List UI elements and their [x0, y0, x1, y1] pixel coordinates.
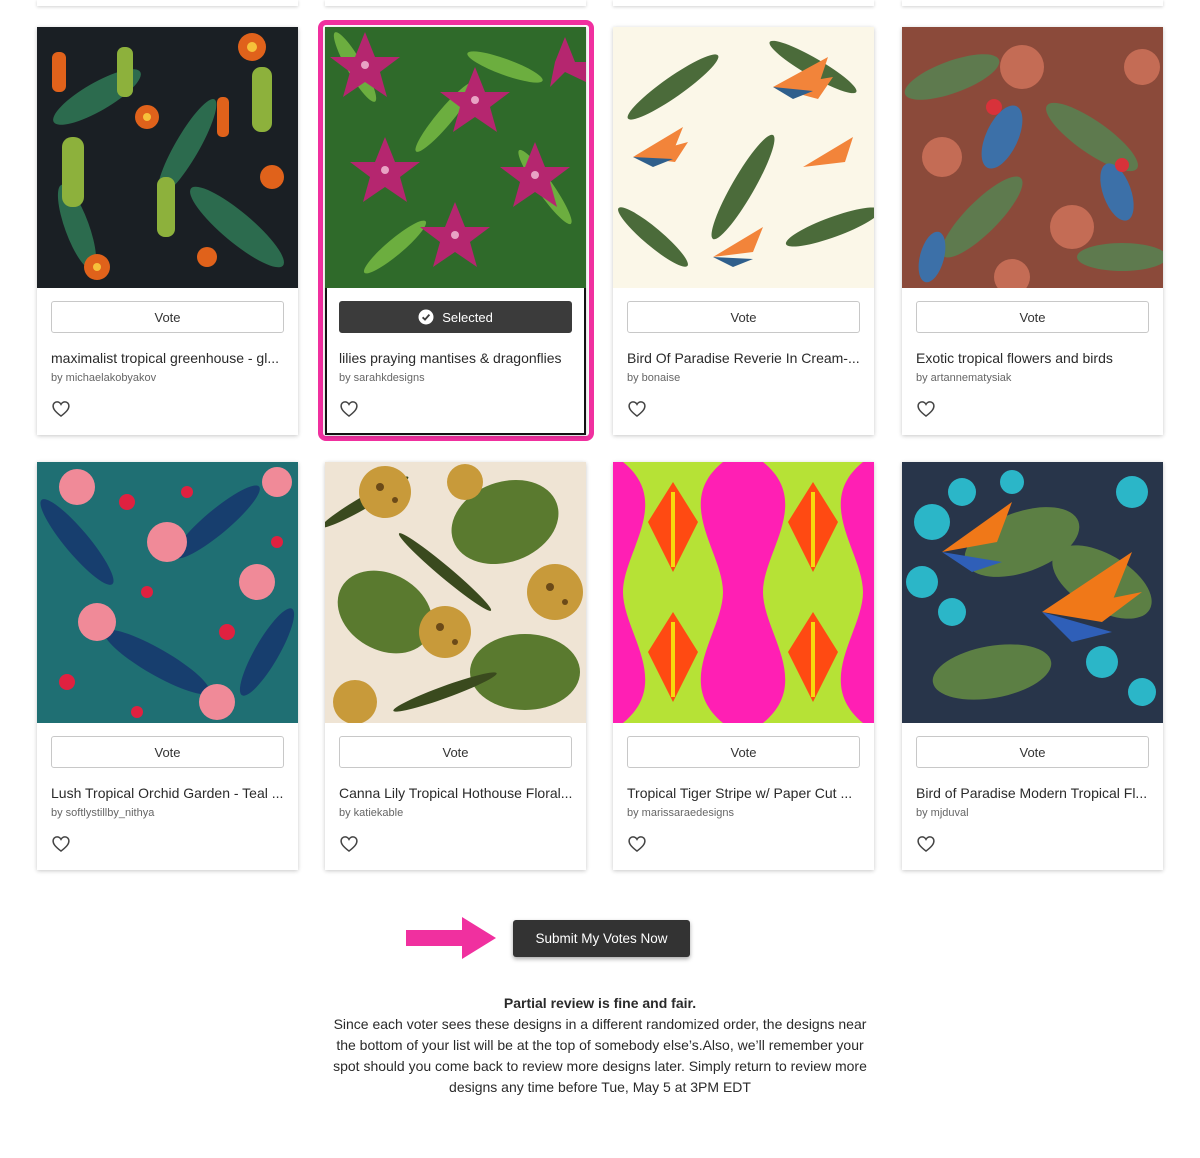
heart-icon[interactable] — [627, 399, 647, 419]
design-image[interactable] — [325, 462, 586, 723]
heart-icon[interactable] — [339, 834, 359, 854]
design-card[interactable]: Vote maximalist tropical greenhouse - gl… — [37, 27, 298, 435]
design-author[interactable]: by katiekable — [339, 807, 403, 819]
vote-button[interactable]: Vote — [51, 301, 284, 333]
design-card[interactable]: Vote Bird of Paradise Modern Tropical Fl… — [902, 462, 1163, 870]
vote-button-label: Vote — [154, 744, 181, 760]
vote-button[interactable]: Vote — [916, 736, 1149, 768]
design-author[interactable]: by bonaise — [627, 372, 680, 384]
vote-button-label: Vote — [730, 744, 757, 760]
check-circle-icon — [418, 309, 434, 325]
design-image[interactable] — [902, 27, 1163, 288]
vote-button-label: Vote — [1019, 744, 1046, 760]
design-title[interactable]: Canna Lily Tropical Hothouse Floral... — [339, 785, 574, 801]
design-title[interactable]: Bird Of Paradise Reverie In Cream-... — [627, 350, 862, 366]
partial-review-note: Partial review is fine and fair. Since e… — [330, 993, 870, 1098]
design-image[interactable] — [613, 462, 874, 723]
vote-button[interactable]: Vote — [627, 736, 860, 768]
design-card[interactable]: Vote Canna Lily Tropical Hothouse Floral… — [325, 462, 586, 870]
submit-area: Submit My Votes Now — [406, 917, 696, 961]
design-image[interactable] — [902, 462, 1163, 723]
design-image[interactable] — [613, 27, 874, 288]
submit-votes-button[interactable]: Submit My Votes Now — [513, 920, 690, 957]
vote-button[interactable]: Vote — [339, 736, 572, 768]
vote-button[interactable]: Vote — [916, 301, 1149, 333]
arrow-right-icon — [406, 917, 496, 959]
design-title[interactable]: Lush Tropical Orchid Garden - Teal ... — [51, 785, 286, 801]
design-author[interactable]: by softlystillby_nithya — [51, 807, 154, 819]
selected-button[interactable]: Selected — [339, 301, 572, 333]
heart-icon[interactable] — [339, 399, 359, 419]
design-author[interactable]: by michaelakobyakov — [51, 372, 156, 384]
design-author[interactable]: by mjduval — [916, 807, 969, 819]
vote-button-label: Vote — [1019, 309, 1046, 325]
design-image[interactable] — [37, 462, 298, 723]
heart-icon[interactable] — [51, 399, 71, 419]
design-card-selected[interactable]: Selected lilies praying mantises & drago… — [325, 27, 586, 435]
design-card[interactable]: Vote Bird Of Paradise Reverie In Cream-.… — [613, 27, 874, 435]
note-title: Partial review is fine and fair. — [503, 995, 697, 1011]
selected-button-label: Selected — [442, 309, 493, 325]
design-author[interactable]: by sarahkdesigns — [339, 372, 425, 384]
design-card[interactable]: Vote Exotic tropical flowers and birds b… — [902, 27, 1163, 435]
heart-icon[interactable] — [916, 834, 936, 854]
design-card[interactable]: Vote Tropical Tiger Stripe w/ Paper Cut … — [613, 462, 874, 870]
design-title[interactable]: Bird of Paradise Modern Tropical Fl... — [916, 785, 1151, 801]
vote-button[interactable]: Vote — [51, 736, 284, 768]
design-title[interactable]: maximalist tropical greenhouse - gl... — [51, 350, 286, 366]
design-author[interactable]: by marissaraedesigns — [627, 807, 734, 819]
heart-icon[interactable] — [627, 834, 647, 854]
vote-button-label: Vote — [442, 744, 469, 760]
vote-button-label: Vote — [730, 309, 757, 325]
vote-button[interactable]: Vote — [627, 301, 860, 333]
design-title[interactable]: Tropical Tiger Stripe w/ Paper Cut ... — [627, 785, 862, 801]
design-image[interactable] — [37, 27, 298, 288]
heart-icon[interactable] — [916, 399, 936, 419]
vote-button-label: Vote — [154, 309, 181, 325]
design-author[interactable]: by artannematysiak — [916, 372, 1011, 384]
heart-icon[interactable] — [51, 834, 71, 854]
note-body: Since each voter sees these designs in a… — [333, 1016, 867, 1095]
design-image[interactable] — [325, 27, 586, 288]
previous-row-bottom-edge — [0, 0, 1200, 6]
design-title[interactable]: Exotic tropical flowers and birds — [916, 350, 1151, 366]
design-title[interactable]: lilies praying mantises & dragonflies — [339, 350, 574, 366]
design-card[interactable]: Vote Lush Tropical Orchid Garden - Teal … — [37, 462, 298, 870]
